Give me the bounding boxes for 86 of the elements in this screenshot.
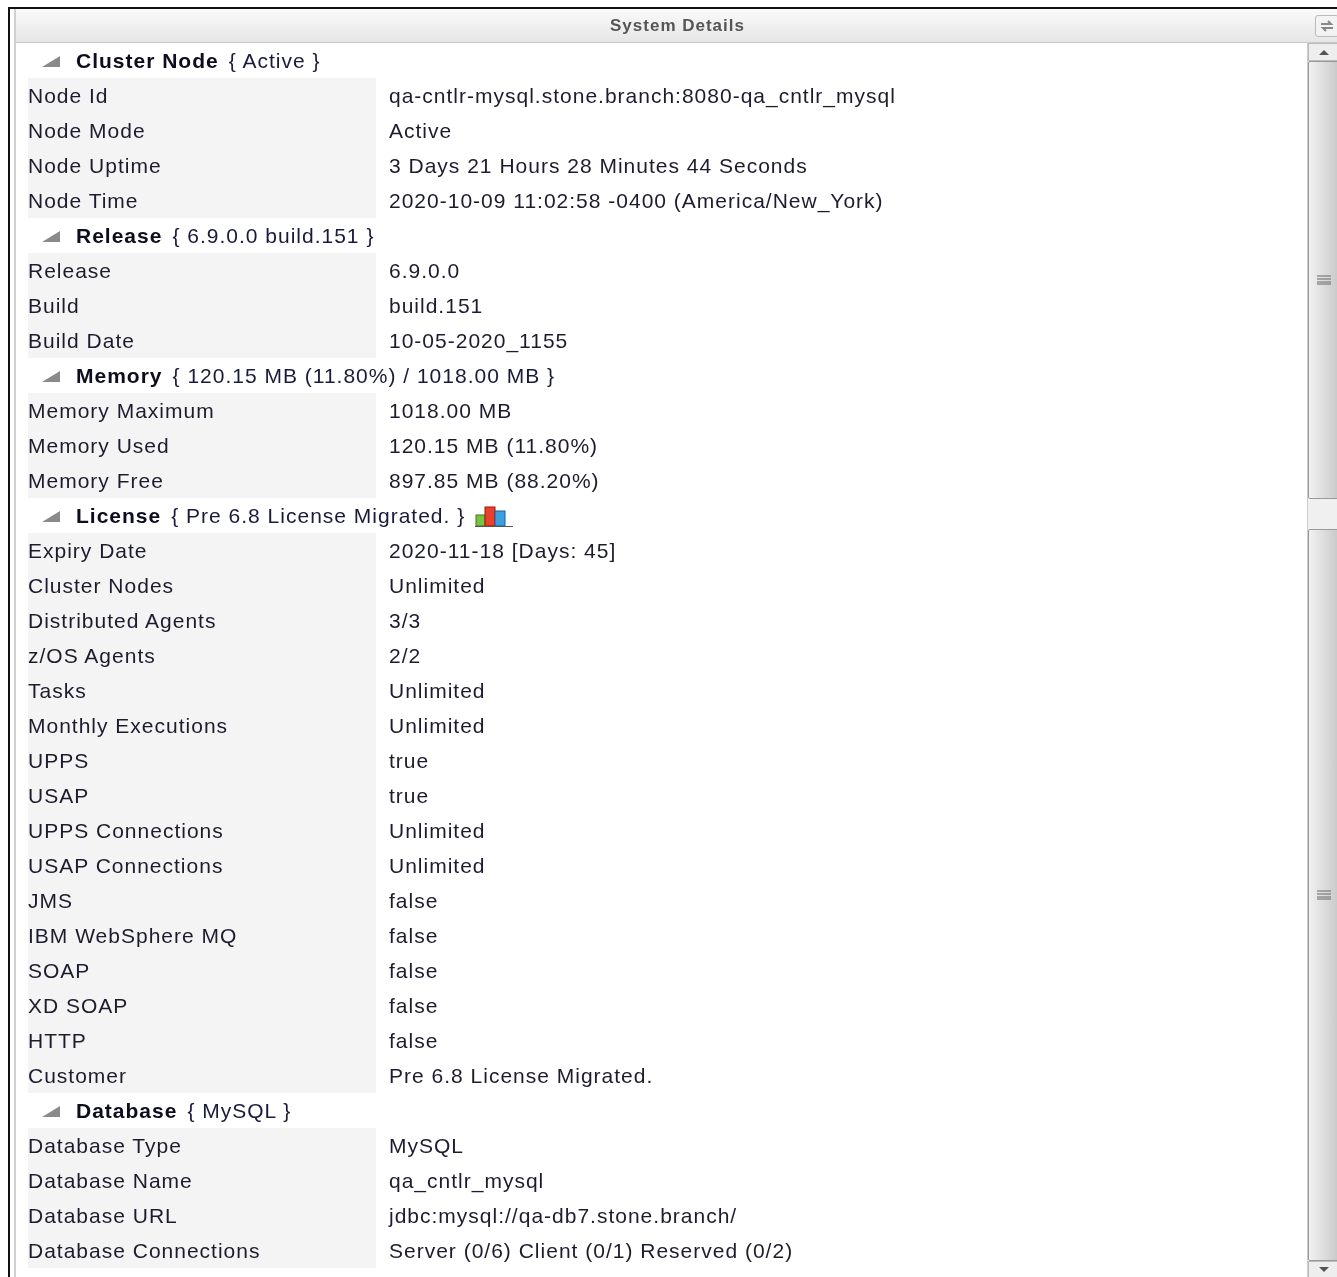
collapse-toggle[interactable] bbox=[40, 508, 62, 523]
collapse-toggle[interactable] bbox=[40, 53, 62, 68]
field-value: Unlimited bbox=[388, 572, 486, 599]
field-label: Database Connections bbox=[28, 1237, 261, 1264]
field-value: 1018.00 MB bbox=[388, 397, 513, 424]
section-summary: { 120.15 MB (11.80%) / 1018.00 MB } bbox=[172, 362, 556, 389]
field-label: Build bbox=[28, 292, 80, 319]
field-label: Expiry Date bbox=[28, 537, 148, 564]
collapse-toggle[interactable] bbox=[40, 368, 62, 383]
field-label: USAP Connections bbox=[28, 852, 224, 879]
field-value: Unlimited bbox=[388, 852, 486, 879]
section-title: License bbox=[76, 502, 162, 529]
field-label: Database URL bbox=[28, 1202, 178, 1229]
field-label: Monthly Executions bbox=[28, 712, 229, 739]
field-label: Memory Free bbox=[28, 467, 164, 494]
field-label: Database Name bbox=[28, 1167, 193, 1194]
field-value: 2020-11-18 [Days: 45] bbox=[388, 537, 617, 564]
section-summary: { Pre 6.8 License Migrated. } bbox=[171, 502, 466, 529]
field-value: build.151 bbox=[388, 292, 484, 319]
scroll-down-button[interactable] bbox=[1308, 1261, 1337, 1277]
field-label: Node Uptime bbox=[28, 152, 162, 179]
field-value: jdbc:mysql://qa-db7.stone.branch/ bbox=[387, 1202, 738, 1229]
field-value: 2/2 bbox=[388, 642, 422, 669]
down-arrow-icon bbox=[1318, 1267, 1329, 1273]
field-value: false bbox=[388, 1027, 439, 1054]
collapse-toggle[interactable] bbox=[40, 1103, 62, 1118]
field-value: 897.85 MB (88.20%) bbox=[388, 467, 600, 494]
refresh-button[interactable] bbox=[1315, 15, 1337, 37]
field-label: Cluster Nodes bbox=[28, 572, 175, 599]
field-value: MySQL bbox=[388, 1132, 464, 1159]
field-label: Memory Used bbox=[28, 432, 170, 459]
grip-icon bbox=[1316, 275, 1331, 285]
field-value: true bbox=[388, 747, 430, 774]
field-label: IBM WebSphere MQ bbox=[28, 922, 238, 949]
field-label: Tasks bbox=[28, 677, 87, 704]
section-title: Cluster Node bbox=[76, 47, 219, 74]
field-value: Pre 6.8 License Migrated. bbox=[388, 1062, 654, 1089]
field-label: UPPS Connections bbox=[28, 817, 224, 844]
field-value: Active bbox=[388, 117, 453, 144]
section-title: Release bbox=[76, 222, 163, 249]
section-summary: { 6.9.0.0 build.151 } bbox=[172, 222, 375, 249]
section-title: Memory bbox=[76, 362, 163, 389]
field-label: Memory Maximum bbox=[28, 397, 215, 424]
field-label: Build Date bbox=[28, 327, 135, 354]
scrollbar-thumb[interactable] bbox=[1308, 529, 1337, 1261]
field-value: false bbox=[388, 887, 439, 914]
field-label: HTTP bbox=[28, 1027, 87, 1054]
scroll-up-button[interactable] bbox=[1308, 43, 1337, 61]
field-value: Server (0/6) Client (0/1) Reserved (0/2) bbox=[388, 1237, 794, 1264]
field-value: Unlimited bbox=[388, 817, 486, 844]
field-label: UPPS bbox=[28, 747, 90, 774]
field-value: false bbox=[388, 957, 439, 984]
field-value: qa_cntlr_mysql bbox=[388, 1167, 545, 1195]
scrollbar-thumb[interactable] bbox=[1308, 61, 1337, 499]
refresh-icon bbox=[1319, 19, 1335, 33]
field-value: 120.15 MB (11.80%) bbox=[388, 432, 599, 459]
field-label: XD SOAP bbox=[28, 992, 129, 1019]
field-value: 3/3 bbox=[388, 607, 422, 634]
up-arrow-icon bbox=[1318, 49, 1329, 55]
field-value: 2020-10-09 11:02:58 -0400 (America/New_York) bbox=[388, 187, 884, 215]
field-value: 10-05-2020_1155 bbox=[388, 327, 569, 355]
field-value: Unlimited bbox=[388, 677, 486, 704]
field-value: false bbox=[388, 922, 439, 949]
field-value: Unlimited bbox=[388, 712, 486, 739]
field-value: false bbox=[388, 992, 439, 1019]
field-label: z/OS Agents bbox=[28, 642, 156, 669]
field-label: Node Mode bbox=[28, 117, 146, 144]
field-label: Customer bbox=[28, 1062, 128, 1089]
collapse-toggle[interactable] bbox=[40, 228, 62, 243]
field-value: true bbox=[388, 782, 430, 809]
field-label: Release bbox=[28, 257, 113, 284]
field-label: USAP bbox=[28, 782, 90, 809]
field-label: Node Time bbox=[28, 187, 139, 214]
field-label: Node Id bbox=[28, 82, 109, 109]
field-label: SOAP bbox=[28, 957, 91, 984]
field-label: JMS bbox=[28, 887, 73, 914]
grip-icon bbox=[1316, 890, 1331, 900]
field-value: 3 Days 21 Hours 28 Minutes 44 Seconds bbox=[388, 152, 808, 179]
section-summary: { MySQL } bbox=[187, 1097, 292, 1124]
field-value: qa-cntlr-mysql.stone.branch:8080-qa_cntlr_mysql bbox=[388, 82, 896, 110]
field-label: Distributed Agents bbox=[28, 607, 217, 634]
field-label: Database Type bbox=[28, 1132, 182, 1159]
field-value: 6.9.0.0 bbox=[388, 257, 461, 284]
window-title: System Details bbox=[610, 14, 745, 37]
section-summary: { Active } bbox=[228, 47, 321, 74]
section-title: Database bbox=[76, 1097, 178, 1124]
